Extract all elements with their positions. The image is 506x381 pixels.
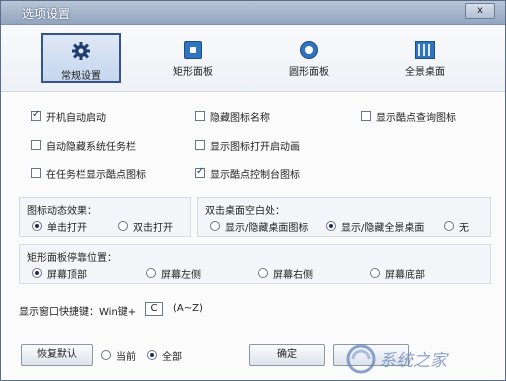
gear-icon xyxy=(72,42,90,60)
desktop-dblclick-group: 双击桌面空白处： 显示/隐藏桌面图标 显示/隐藏全景桌面 无 xyxy=(197,197,491,237)
dblclick-none-option[interactable]: 无 xyxy=(444,219,469,234)
title-bar: 选项设置 x xyxy=(1,1,505,25)
tab-panorama-desktop-label: 全景桌面 xyxy=(405,67,445,78)
boot-start-label: 开机自动启动 xyxy=(46,112,106,124)
dock-right-radio[interactable] xyxy=(258,268,268,278)
show-cool-query-checkbox[interactable] xyxy=(361,111,371,121)
window-title: 选项设置 xyxy=(22,7,71,21)
tab-rect-panel-label: 矩形面板 xyxy=(173,67,213,78)
icon-effect-title: 图标动态效果： xyxy=(27,206,97,217)
auto-hide-taskbar-checkbox[interactable] xyxy=(31,140,41,150)
tab-general-label: 常规设置 xyxy=(61,71,101,82)
toggle-desktop-icons-option[interactable]: 显示/隐藏桌面图标 xyxy=(210,219,309,234)
dblclick-none-radio[interactable] xyxy=(444,221,454,231)
dock-left-radio[interactable] xyxy=(146,268,156,278)
tab-rect-panel[interactable]: 矩形面板 xyxy=(153,33,233,83)
dock-bottom-option[interactable]: 屏幕底部 xyxy=(370,266,425,281)
tab-general[interactable]: 常规设置 xyxy=(41,33,121,83)
tab-panorama-desktop[interactable]: 全景桌面 xyxy=(385,33,465,83)
icon-effect-group: 图标动态效果： 单击打开 双击打开 xyxy=(19,197,191,237)
single-click-option[interactable]: 单击打开 xyxy=(32,219,87,234)
tab-circle-panel[interactable]: 圆形面板 xyxy=(269,33,349,83)
options-window: 选项设置 x 常规设置 矩形面板 圆形面板 全景桌面 ✓ 开机自动启动 隐藏图标… xyxy=(0,0,506,381)
dblclick-none-label: 无 xyxy=(459,222,469,234)
toggle-desktop-icons-radio[interactable] xyxy=(210,221,220,231)
hotkey-input[interactable]: C xyxy=(145,302,163,316)
grid-desktop-icon xyxy=(415,41,435,59)
cancel-button[interactable] xyxy=(333,344,409,366)
double-click-option[interactable]: 双击打开 xyxy=(118,219,173,234)
scope-all-option[interactable]: 全部 xyxy=(147,348,182,363)
show-console-icon-label: 显示酷点控制台图标 xyxy=(210,169,300,181)
ok-button[interactable]: 确定 xyxy=(249,344,325,366)
square-panel-icon xyxy=(184,41,202,59)
hotkey-range: (A~Z) xyxy=(173,303,203,314)
taskbar-cool-icon-option[interactable]: 在任务栏显示酷点图标 xyxy=(31,166,146,181)
dock-top-radio[interactable] xyxy=(32,268,42,278)
toggle-panorama-radio[interactable] xyxy=(326,221,336,231)
show-icon-anim-label: 显示图标打开启动画 xyxy=(210,141,300,153)
taskbar-cool-icon-label: 在任务栏显示酷点图标 xyxy=(46,169,146,181)
hide-icon-name-label: 隐藏图标名称 xyxy=(210,112,270,124)
single-click-radio[interactable] xyxy=(32,221,42,231)
dock-top-option[interactable]: 屏幕顶部 xyxy=(32,266,87,281)
dock-bottom-label: 屏幕底部 xyxy=(385,269,425,281)
show-console-icon-checkbox[interactable] xyxy=(195,166,205,178)
double-click-radio[interactable] xyxy=(118,221,128,231)
scope-all-label: 全部 xyxy=(162,351,182,363)
dock-left-option[interactable]: 屏幕左侧 xyxy=(146,266,201,281)
show-cool-query-label: 显示酷点查询图标 xyxy=(376,112,456,124)
boot-start-checkbox[interactable] xyxy=(31,109,41,121)
tab-row: 常规设置 矩形面板 圆形面板 全景桌面 xyxy=(1,25,505,92)
hide-icon-name-checkbox[interactable] xyxy=(195,111,205,121)
dock-left-label: 屏幕左侧 xyxy=(161,269,201,281)
hide-icon-name-option[interactable]: 隐藏图标名称 xyxy=(195,109,270,124)
show-icon-anim-option[interactable]: 显示图标打开启动画 xyxy=(195,138,300,153)
dock-right-label: 屏幕右侧 xyxy=(273,269,313,281)
boot-start-option[interactable]: 开机自动启动 xyxy=(31,109,106,124)
scope-current-radio[interactable] xyxy=(101,350,111,360)
circle-panel-icon xyxy=(300,41,318,59)
panel-dock-group: 矩形面板停靠位置： 屏幕顶部 屏幕左侧 屏幕右侧 屏幕底部 xyxy=(19,244,491,284)
panel-dock-title: 矩形面板停靠位置： xyxy=(27,253,117,264)
double-click-label: 双击打开 xyxy=(133,222,173,234)
desktop-dblclick-title: 双击桌面空白处： xyxy=(205,206,285,217)
taskbar-cool-icon-checkbox[interactable] xyxy=(31,168,41,178)
toggle-panorama-label: 显示/隐藏全景桌面 xyxy=(341,222,425,234)
scope-all-radio[interactable] xyxy=(147,350,157,360)
dock-bottom-radio[interactable] xyxy=(370,268,380,278)
scope-current-label: 当前 xyxy=(116,351,136,363)
auto-hide-taskbar-label: 自动隐藏系统任务栏 xyxy=(46,141,136,153)
show-console-icon-option[interactable]: 显示酷点控制台图标 xyxy=(195,166,300,181)
auto-hide-taskbar-option[interactable]: 自动隐藏系统任务栏 xyxy=(31,138,136,153)
scope-current-option[interactable]: 当前 xyxy=(101,348,136,363)
restore-default-button[interactable]: 恢复默认 xyxy=(21,344,93,366)
close-button[interactable]: x xyxy=(465,3,495,19)
show-icon-anim-checkbox[interactable] xyxy=(195,140,205,150)
hotkey-label: 显示窗口快捷键：Win键+ xyxy=(19,307,137,318)
toggle-desktop-icons-label: 显示/隐藏桌面图标 xyxy=(225,222,309,234)
tab-circle-panel-label: 圆形面板 xyxy=(289,67,329,78)
toggle-panorama-option[interactable]: 显示/隐藏全景桌面 xyxy=(326,219,425,234)
dock-top-label: 屏幕顶部 xyxy=(47,269,87,281)
dock-right-option[interactable]: 屏幕右侧 xyxy=(258,266,313,281)
single-click-label: 单击打开 xyxy=(47,222,87,234)
show-cool-query-option[interactable]: 显示酷点查询图标 xyxy=(361,109,456,124)
